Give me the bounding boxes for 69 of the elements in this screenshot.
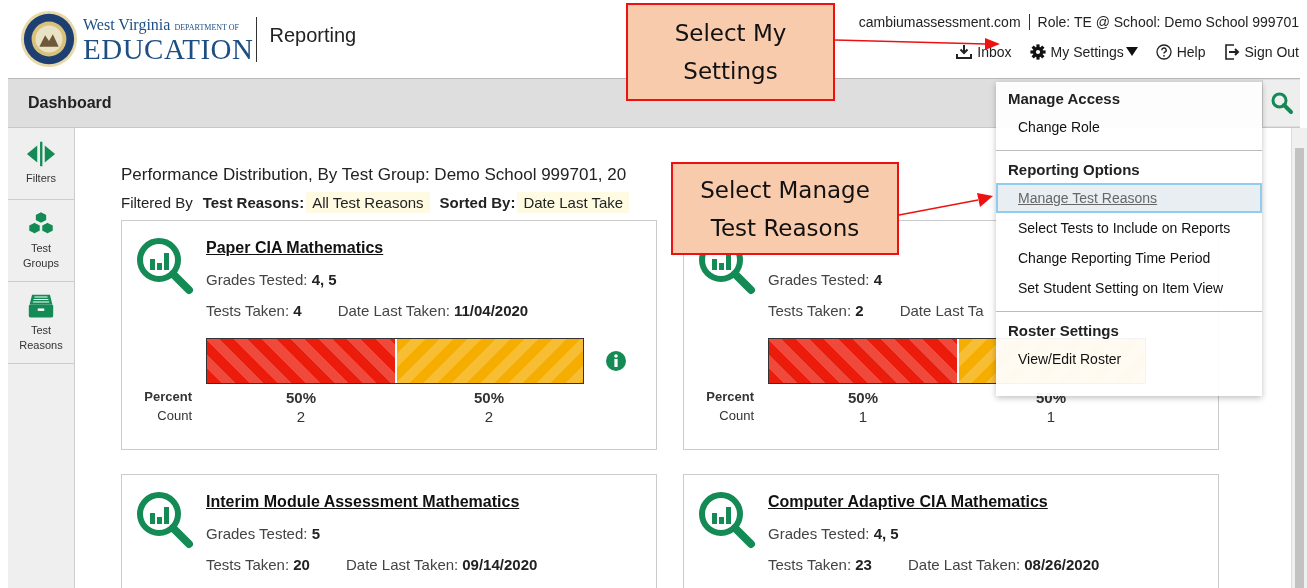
caret-icon	[1125, 47, 1138, 57]
page-title: Dashboard	[28, 94, 112, 112]
row-label: Count	[718, 408, 754, 425]
menu-section-title: Manage Access	[1007, 89, 1121, 109]
percent-value: 50%	[285, 389, 317, 406]
logo-text: EDUCATION	[83, 35, 254, 62]
date-last-taken-text: Date Last Taken: 08/26/2020	[907, 556, 1100, 573]
cubes-icon	[25, 210, 57, 237]
help-icon	[1155, 44, 1172, 60]
callout-box: Select My Settings	[626, 3, 835, 101]
menu-item[interactable]: Change Reporting Time Period	[996, 243, 1262, 273]
tests-taken-text: Tests Taken: 23	[768, 555, 872, 575]
user-email: cambiumassessment.com	[858, 14, 1021, 30]
chart-magnifier-icon	[698, 491, 756, 549]
search-icon	[1269, 91, 1294, 115]
filter-value: All Test Reasons	[306, 192, 430, 213]
header-link[interactable]: My Settings	[1029, 44, 1138, 60]
menu-item[interactable]: Change Role	[996, 112, 1262, 142]
header-link[interactable]: Sign Out	[1223, 44, 1299, 60]
tests-taken-text: Tests Taken: 20	[206, 555, 310, 575]
date-last-taken-text: Date Last Ta	[899, 302, 984, 319]
filter-label: Test Reasons:	[202, 194, 305, 211]
menu-item[interactable]: Manage Test Reasons	[996, 183, 1262, 213]
callout-box: Select Manage Test Reasons	[671, 162, 899, 255]
row-label: Percent	[705, 389, 754, 406]
header-link[interactable]: Inbox	[956, 44, 1012, 60]
chart-magnifier-icon	[136, 491, 194, 549]
count-value: 2	[483, 408, 495, 425]
logo-text: DEPARTMENT OF	[174, 22, 240, 32]
download-tray-icon	[956, 44, 973, 60]
search-button[interactable]	[1262, 80, 1300, 126]
menu-item[interactable]: Select Tests to Include on Reports	[996, 213, 1262, 243]
settings-icon	[1029, 44, 1046, 60]
grades-tested-text: Grades Tested: 4, 5	[768, 525, 899, 542]
grades-tested-text: Grades Tested: 4	[768, 271, 882, 288]
count-value: 2	[295, 408, 307, 425]
date-last-taken-text: Date Last Taken: 11/04/2020	[337, 302, 529, 319]
grades-tested-text: Grades Tested: 4, 5	[206, 271, 337, 288]
user-role: Role: TE @ School: Demo School 999701	[1028, 14, 1299, 30]
count-value: 1	[1045, 408, 1057, 425]
menu-section-title: Roster Settings	[996, 311, 1262, 344]
menu-item[interactable]: Set Student Setting on Item View	[996, 273, 1262, 303]
app-title: Reporting	[269, 23, 357, 47]
tests-taken-text: Tests Taken: 4	[206, 301, 302, 321]
percent-value: 50%	[847, 389, 879, 406]
chart-magnifier-icon	[136, 237, 194, 295]
count-value: 1	[857, 408, 869, 425]
menu-item[interactable]: View/Edit Roster	[996, 344, 1262, 374]
split-arrows-icon	[25, 141, 57, 167]
info-icon[interactable]	[606, 351, 626, 371]
test-group-link[interactable]: Paper CIA Mathematics	[206, 237, 384, 259]
test-group-link[interactable]: Computer Adaptive CIA Mathematics	[768, 491, 1048, 513]
logo-text: West Virginia	[83, 15, 171, 33]
row-label: Percent	[143, 389, 192, 406]
row-label: Count	[156, 408, 192, 425]
scrollbar[interactable]	[1291, 128, 1307, 588]
sign-out-icon	[1223, 44, 1240, 60]
report-heading: Performance Distribution, By Test Group: Demo School 999701, 20	[121, 164, 627, 186]
tests-taken-text: Tests Taken: 2	[768, 301, 864, 321]
test-group-link[interactable]: Interim Module Assessment Mathematics	[206, 491, 520, 513]
filter-value: Date Last Take	[517, 192, 630, 213]
header-link[interactable]: Help	[1155, 44, 1206, 60]
percent-value: 50%	[473, 389, 505, 406]
date-last-taken-text: Date Last Taken: 09/14/2020	[345, 556, 538, 573]
state-seal-icon	[20, 10, 78, 68]
grades-tested-text: Grades Tested: 5	[206, 525, 320, 542]
filter-prefix: Filtered By	[121, 194, 193, 211]
percent-value: 50%	[1035, 389, 1067, 406]
filter-label: Sorted By:	[439, 194, 516, 211]
